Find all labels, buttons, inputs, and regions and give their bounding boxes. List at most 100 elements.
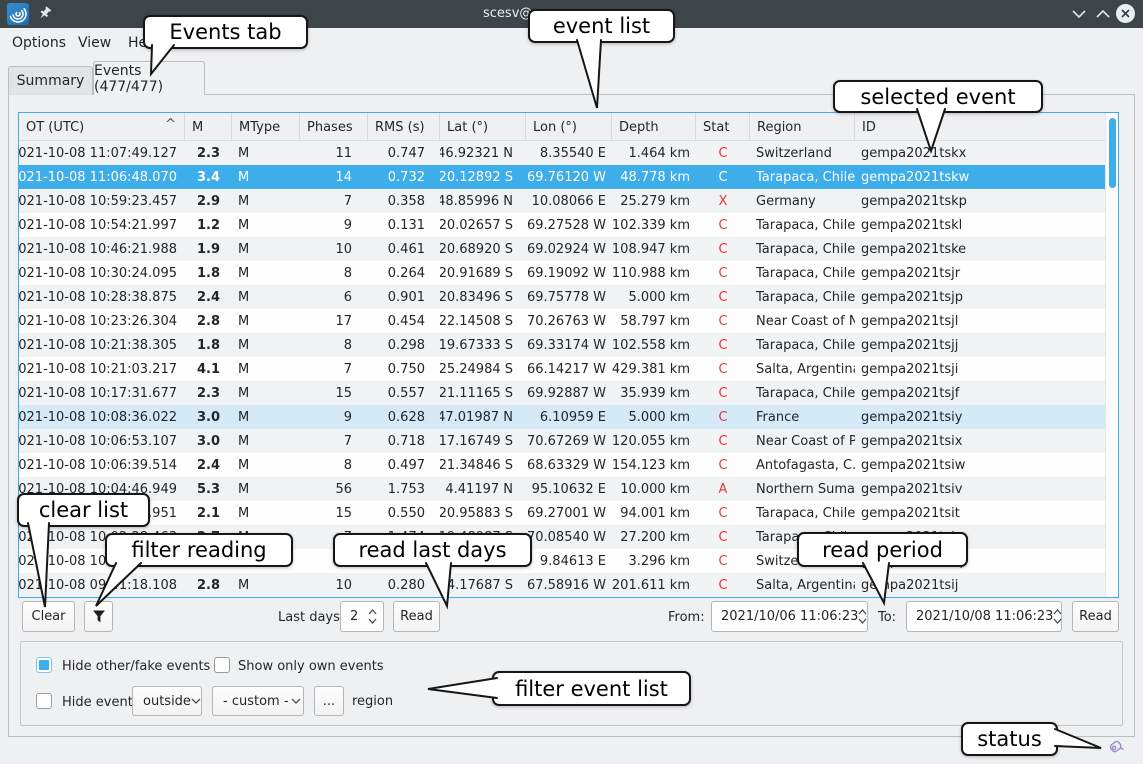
hide-events-mode-dropdown[interactable]: outside [132,686,202,716]
region-preset-dropdown[interactable]: - custom - [212,686,304,716]
column-header-id[interactable]: ID [855,113,1105,141]
cell-id: gempa2021tskx [855,141,1105,165]
cell-stat: C [696,549,750,573]
last-days-spinbox[interactable]: 2 [340,601,384,632]
hide-other-fake-events-checkbox[interactable] [36,657,52,673]
show-only-own-events-checkbox[interactable] [214,657,230,673]
event-row[interactable]: 2021-10-08 10:06:39.514 2.4 M 8 0.497 21… [19,453,1105,477]
column-header-ot[interactable]: OT (UTC) ^ [19,113,185,141]
column-header-stat[interactable]: Stat [696,113,750,141]
column-header-m[interactable]: M [185,113,232,141]
column-header-depth[interactable]: Depth [612,113,696,141]
event-row[interactable]: 2021-10-08 09:41:18.108 2.8 M 10 0.280 2… [19,573,1105,597]
tab-summary[interactable]: Summary [8,66,93,95]
tab-events[interactable]: Events (477/477) [93,61,205,95]
filter-reading-button[interactable] [84,601,113,632]
column-header-lon[interactable]: Lon (°) [526,113,612,141]
callout-read-period: read period [797,532,968,567]
cell-region: Tarapaca, Chile [750,501,855,525]
menu-options[interactable]: Options [12,35,66,51]
cell-m: 2.1 [185,501,232,525]
event-row[interactable]: 2021-10-08 10:04:46.949 5.3 M 56 1.753 4… [19,477,1105,501]
column-header-lat[interactable]: Lat (°) [440,113,526,141]
read-period-button[interactable]: Read [1072,601,1119,632]
column-header-region[interactable]: Region [750,113,855,141]
cell-phases: 17 [300,309,368,333]
spin-down-icon[interactable] [368,618,377,624]
cell-region: Switzerland [750,141,855,165]
spin-up-icon[interactable] [368,609,377,615]
read-last-days-button[interactable]: Read [393,601,440,632]
event-row[interactable]: 2021-10-08 11:07:49.127 2.3 M 11 0.747 4… [19,141,1105,165]
from-datetime-field[interactable]: 2021/10/06 11:06:23 [711,601,868,632]
from-label: From: [668,610,705,625]
cell-lat: 48.85996 N [440,189,526,213]
spin-up-icon[interactable] [1053,609,1062,615]
cell-lat: 20.12892 S [440,165,526,189]
cell-m: 3.4 [185,165,232,189]
event-row[interactable]: 2021-10-08 10:54:21.997 1.2 M 9 0.131 20… [19,213,1105,237]
cell-lat: 25.24984 S [440,357,526,381]
event-row[interactable]: 2021-10-08 10:06:53.107 3.0 M 7 0.718 17… [19,429,1105,453]
event-row[interactable]: 2021-10-08 10:46:21.988 1.9 M 10 0.461 2… [19,237,1105,261]
event-row[interactable]: 2021-10-08 10:30:24.095 1.8 M 8 0.264 20… [19,261,1105,285]
event-row[interactable]: 2021-10-08 10:03:43.951 2.1 M 15 0.550 2… [19,501,1105,525]
event-row[interactable]: 2021-10-08 10:21:38.305 1.8 M 8 0.298 19… [19,333,1105,357]
cell-id: gempa2021tsij [855,573,1105,597]
pin-icon[interactable] [37,5,53,25]
event-row[interactable]: 2021-10-08 10:28:38.875 2.4 M 6 0.901 20… [19,285,1105,309]
cell-stat: C [696,309,750,333]
column-header-phases[interactable]: Phases [300,113,368,141]
event-row[interactable]: 2021-10-08 10:08:36.022 3.0 M 9 0.628 47… [19,405,1105,429]
cell-lon: 6.10959 E [526,405,612,429]
event-row[interactable]: 2021-10-08 10:17:31.677 2.3 M 15 0.557 2… [19,381,1105,405]
event-row[interactable]: 2021-10-08 10:23:26.304 2.8 M 17 0.454 2… [19,309,1105,333]
region-browse-button[interactable]: ... [314,686,344,716]
cell-depth: 108.947 km [612,237,696,261]
app-icon [7,3,29,25]
cell-phases: 15 [300,381,368,405]
cell-ot: 2021-10-08 10:21:03.217 [19,357,185,381]
cell-rms: 0.264 [368,261,440,285]
spin-down-icon[interactable] [858,618,867,624]
maximize-button[interactable] [1094,5,1112,23]
callout-read-last-days: read last days [333,533,532,567]
callout-status: status [961,722,1058,756]
cell-stat: C [696,525,750,549]
hide-events-checkbox[interactable] [36,693,52,709]
event-row[interactable]: 2021-10-08 10:21:03.217 4.1 M 7 0.750 25… [19,357,1105,381]
cell-depth: 5.000 km [612,285,696,309]
cell-depth: 58.797 km [612,309,696,333]
cell-phases: 14 [300,165,368,189]
cell-m: 1.9 [185,237,232,261]
cell-phases: 8 [300,333,368,357]
clear-button[interactable]: Clear [22,601,75,632]
to-datetime-field[interactable]: 2021/10/08 11:06:23 [906,601,1062,632]
minimize-button[interactable] [1070,5,1088,23]
vertical-scrollbar[interactable] [1105,113,1118,597]
connection-status-icon[interactable] [1106,737,1126,757]
cell-depth: 10.000 km [612,477,696,501]
close-button[interactable] [1116,4,1135,23]
cell-lat: 20.68920 S [440,237,526,261]
spin-down-icon[interactable] [1053,618,1062,624]
event-row[interactable]: 2021-10-08 10:59:23.457 2.9 M 7 0.358 48… [19,189,1105,213]
menu-view[interactable]: View [78,35,111,51]
cell-depth: 120.055 km [612,429,696,453]
event-row[interactable]: 2021-10-08 11:06:48.070 3.4 M 14 0.732 2… [19,165,1105,189]
column-header-rms[interactable]: RMS (s) [368,113,440,141]
cell-lat: 20.83496 S [440,285,526,309]
cell-id: gempa2021tsiy [855,405,1105,429]
cell-lat: 19.67333 S [440,333,526,357]
spin-up-icon[interactable] [858,609,867,615]
column-header-mtype[interactable]: MType [232,113,300,141]
scrollbar-thumb[interactable] [1109,118,1116,188]
cell-m: 2.9 [185,189,232,213]
cell-lat: 21.34846 S [440,453,526,477]
cell-lon: 70.26763 W [526,309,612,333]
cell-ot: 2021-10-08 10:59:23.457 [19,189,185,213]
cell-mtype: M [232,357,300,381]
cell-region: Near Coast of P... [750,429,855,453]
chevron-down-icon [291,698,301,704]
cell-rms: 0.280 [368,573,440,597]
